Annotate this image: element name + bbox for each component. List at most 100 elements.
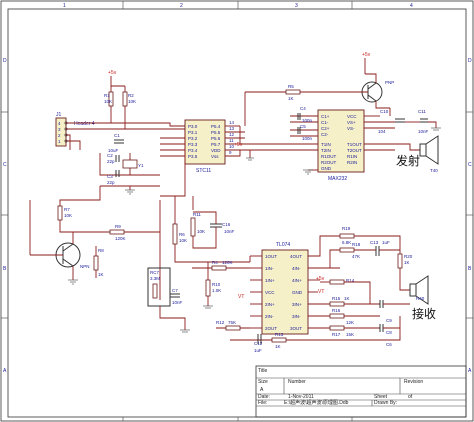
c7-ref: C7 [172,288,178,293]
receive-label: 接收 [412,306,436,321]
r12-resistor [225,325,241,331]
u2-right-pin-6: R1IN [347,154,357,159]
u2-left-pin-2: C1- [321,120,329,125]
r12-ref: R12 [216,320,225,325]
u3-right-pin-5: 3IN+ [292,302,302,307]
r15-ref: R15 [332,296,341,301]
r10-ref: R10 [212,282,221,287]
u2-left-pin-7: R1OUT [321,154,337,159]
r13-ref: R13 [275,332,284,337]
c6-ref: C6 [386,342,392,347]
c13-ref-left: 1uF [254,348,262,353]
transmit-label: 发射 [396,153,420,168]
u3-left-pin-3: 1IN+ [265,278,275,283]
u3-ref: TL074 [276,242,290,248]
r2-ref: R2 [128,93,134,98]
col-label-1: 1 [63,3,66,9]
r1-val: 10K [104,99,112,104]
schematic-sheet: 1 2 3 4 D C B A D C B A 43 21 J1 Header … [0,0,474,422]
u1-left-pin-2: P3.1 [188,130,198,135]
u1-right-pin-4: P5.7 [211,142,221,147]
u3-left-pin-7: 2OUT [265,326,277,331]
r20-val: 1K [404,260,410,265]
u3-right-pin-3: 4IN+ [292,278,302,283]
r17-val: 15K [346,332,354,337]
u1-left-pin-4: P3.3 [188,142,198,147]
r20-ref: R20 [404,254,413,259]
r19-val: 6.8K [342,240,351,245]
tb-of: of [408,394,413,400]
r8-ref: R8 [98,248,104,253]
r40-label: R40 [416,296,425,301]
u3-left-pin-6: 2IN- [265,314,274,319]
c10-ref: C10 [380,109,389,114]
transmit-transducer [419,135,439,165]
c7-val: 10nF [172,300,183,305]
u2-right-pin-1: VCC [347,114,357,119]
c8-ref: C8 [386,330,392,335]
vt-label-left: VT [238,294,244,300]
r15-resistor [329,301,345,307]
q-pnp-label: PNP [385,80,394,85]
r6-val: 10K [179,238,187,243]
r9-val: 120K [115,236,126,241]
vcc-label-2: +5v [234,142,243,148]
r5-val: 1K [288,96,294,101]
r20-resistor [397,253,403,269]
u1-right-pin-2: P5.5 [211,130,221,135]
u1-right-pin-1: P5.4 [211,124,221,129]
r2-val: 10K [128,99,136,104]
row-label-C-right: C [468,162,472,168]
column-ruler [1,1,473,421]
row-label-C-left: C [3,162,7,168]
r5-resistor [285,89,301,95]
r8-val: 1K [98,272,104,277]
r18-resistor [339,247,355,253]
u2-left-pin-3: C2+ [321,126,330,131]
c10-val: 104 [378,129,386,134]
tb-size: Size [258,379,268,385]
rc7-ref: RC7 [150,270,159,275]
tb-file: File: [258,400,267,406]
r17-resistor [329,325,345,331]
u2-right-pin-7: R2IN [347,160,357,165]
r19-resistor [339,233,355,239]
c1-ref: C1 [114,133,120,138]
c16-ref: C16 [222,222,231,227]
outer-frame [0,0,474,422]
c4-ref: C4 [300,106,306,111]
u3-right-pin-6: 3IN- [292,314,301,319]
u1-left-pin-1: P3.0 [188,124,198,129]
u3-right-pin-2: 4IN- [292,266,301,271]
rc7-val: 3.3M [150,276,160,281]
c11-val: 10nF [418,129,429,134]
r6-resistor [172,223,178,245]
c9-ref: C9 [386,318,392,323]
c12-ref: C12 [254,341,263,346]
u2-left-pin-1: C1+ [321,114,330,119]
r11-resistor [190,217,196,237]
svg-text:13: 13 [229,126,235,131]
r6-ref: R6 [179,232,185,237]
u1-right-pin-6: Vss [211,154,219,159]
u2-right-pin-3: VS- [347,126,355,131]
y1-crystal [122,159,138,169]
r5-ref: R5 [288,84,294,89]
r11-val: 10K [197,229,205,234]
u2-left-pin-6: T2IN [321,148,331,153]
r4-val: 120K [222,260,233,265]
inner-frame [7,8,467,418]
u3-left-pin-5: 2IN+ [265,302,275,307]
r10-val: 1.0K [212,288,221,293]
t40-label: T40 [430,168,438,173]
c4-val: 100n [302,118,313,123]
q-npn-label: NPN [80,264,90,269]
r9-resistor [109,229,125,235]
j1-wires [66,122,100,150]
r19-ref: R19 [342,226,351,231]
u3-left-pin-1: 1OUT [265,254,277,259]
c2-ref: C2 [107,153,113,158]
r4-ref: R4 [212,260,218,265]
r11-ref: R11 [193,212,201,217]
tb-file-val: E:\超声波\超声波\原理图.Ddb [284,399,349,406]
